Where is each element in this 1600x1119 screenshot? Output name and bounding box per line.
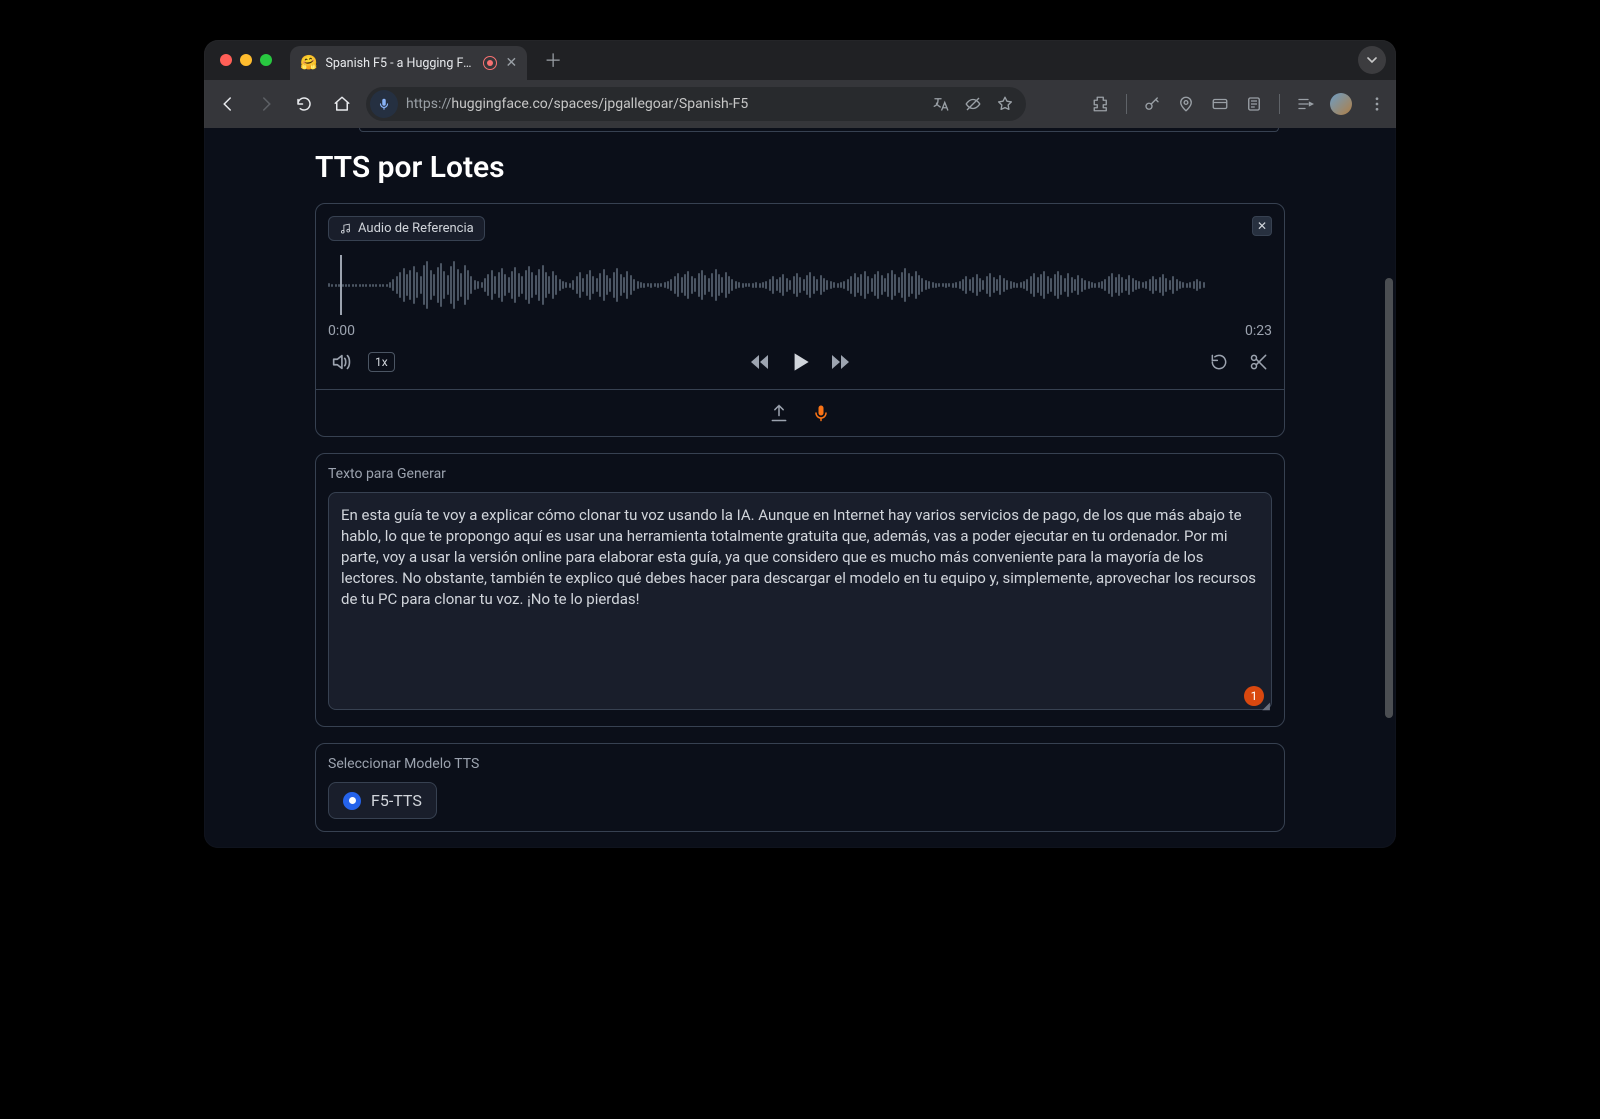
reader-icon[interactable] (1245, 95, 1263, 113)
model-option-f5tts[interactable]: F5-TTS (328, 782, 437, 819)
tab-strip: 🤗 Spanish F5 - a Hugging Fa… ✕ ＋ (204, 40, 1396, 80)
record-microphone-button[interactable] (808, 400, 834, 426)
clear-audio-button[interactable]: ✕ (1252, 216, 1272, 236)
translate-icon[interactable] (932, 95, 950, 113)
waveform-display[interactable] (328, 255, 1272, 315)
eye-off-icon[interactable] (964, 95, 982, 113)
text-input-label: Texto para Generar (328, 466, 1272, 482)
profile-avatar[interactable] (1330, 93, 1352, 115)
tab-title: Spanish F5 - a Hugging Fa… (325, 56, 475, 71)
browser-tab-active[interactable]: 🤗 Spanish F5 - a Hugging Fa… ✕ (290, 46, 527, 80)
new-tab-button[interactable]: ＋ (539, 46, 567, 74)
window-traffic-lights (220, 54, 272, 66)
forward-button[interactable] (252, 90, 280, 118)
zoom-window-button[interactable] (260, 54, 272, 66)
url-text: https://huggingface.co/spaces/jpgallegoa… (406, 96, 748, 112)
previous-card-bottom-fragment (359, 128, 1279, 132)
music-note-icon (339, 222, 352, 235)
radio-selected-icon (343, 792, 361, 810)
reload-button[interactable] (290, 90, 318, 118)
back-button[interactable] (214, 90, 242, 118)
text-input-card: Texto para Generar 1 ◢ (315, 453, 1285, 727)
star-icon[interactable] (996, 95, 1014, 113)
trim-button[interactable] (1246, 349, 1272, 375)
url-scheme: https:// (406, 96, 451, 112)
skip-forward-button[interactable] (827, 349, 853, 375)
vertical-scrollbar[interactable] (1385, 278, 1393, 718)
recording-indicator-icon (483, 56, 497, 70)
close-tab-button[interactable]: ✕ (505, 55, 517, 71)
kebab-menu-icon[interactable] (1368, 95, 1386, 113)
credit-card-icon[interactable] (1211, 95, 1229, 113)
upload-audio-button[interactable] (766, 400, 792, 426)
location-icon[interactable] (1177, 95, 1195, 113)
extensions-area (1092, 93, 1386, 115)
page-title: TTS por Lotes (315, 150, 1285, 185)
waveform-playhead[interactable] (340, 255, 342, 315)
undo-button[interactable] (1206, 349, 1232, 375)
tab-list-dropdown[interactable] (1358, 46, 1386, 74)
text-to-generate-input[interactable] (328, 492, 1272, 710)
grammar-badge[interactable]: 1 (1244, 686, 1264, 706)
tab-favicon: 🤗 (300, 55, 317, 71)
extensions-icon[interactable] (1092, 95, 1110, 113)
time-display: 0:00 0:23 (328, 323, 1272, 339)
browser-window: 🤗 Spanish F5 - a Hugging Fa… ✕ ＋ (204, 40, 1396, 848)
skip-back-button[interactable] (747, 349, 773, 375)
site-microphone-chip-icon[interactable] (370, 90, 398, 118)
audio-reference-label-text: Audio de Referencia (358, 221, 474, 236)
audio-reference-card: Audio de Referencia ✕ 0:00 0:23 (315, 203, 1285, 437)
browser-toolbar: https://huggingface.co/spaces/jpgallegoa… (204, 80, 1396, 128)
model-select-label: Seleccionar Modelo TTS (328, 756, 1272, 772)
separator (1279, 94, 1280, 114)
audio-reference-label: Audio de Referencia (328, 216, 485, 241)
playback-speed-button[interactable]: 1x (368, 352, 395, 372)
key-icon[interactable] (1143, 95, 1161, 113)
volume-icon[interactable] (328, 349, 354, 375)
address-bar[interactable]: https://huggingface.co/spaces/jpgallegoa… (366, 87, 1026, 121)
minimize-window-button[interactable] (240, 54, 252, 66)
media-controls-icon[interactable] (1296, 95, 1314, 113)
url-rest: huggingface.co/spaces/jpgallegoar/Spanis… (451, 96, 748, 112)
separator (1126, 94, 1127, 114)
play-button[interactable] (787, 349, 813, 375)
model-select-card: Seleccionar Modelo TTS F5-TTS (315, 743, 1285, 832)
close-window-button[interactable] (220, 54, 232, 66)
home-button[interactable] (328, 90, 356, 118)
time-current: 0:00 (328, 323, 355, 339)
page-content: TTS por Lotes Audio de Referencia ✕ 0:00… (204, 128, 1396, 848)
model-option-label: F5-TTS (371, 791, 422, 810)
time-total: 0:23 (1245, 323, 1272, 339)
